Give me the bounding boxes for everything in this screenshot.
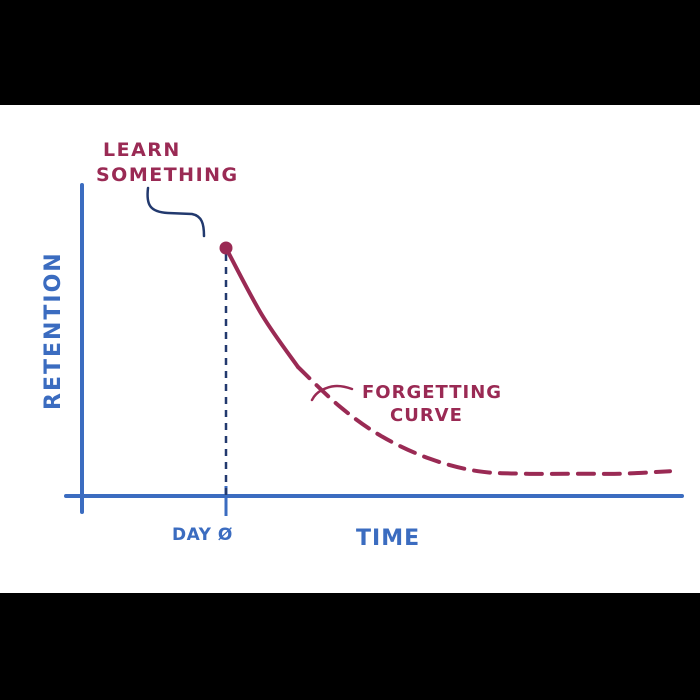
forgetting-curve-chart: LEARN SOMETHING FORGETTING CURVE DAY Ø T…: [41, 139, 684, 551]
forgetting-label-line1: FORGETTING: [362, 382, 502, 403]
screenshot-frame: LEARN SOMETHING FORGETTING CURVE DAY Ø T…: [0, 0, 700, 700]
x-tick-label-day0: DAY Ø: [172, 525, 233, 545]
learn-label-line2: SOMETHING: [96, 164, 239, 186]
learn-point: [219, 241, 233, 255]
learn-label-line1: LEARN: [103, 139, 181, 161]
x-axis-label: TIME: [356, 526, 420, 551]
learn-callout-line: [146, 186, 206, 238]
y-axis-label: RETENTION: [41, 251, 66, 410]
forgetting-label-line2: CURVE: [390, 405, 463, 426]
forgetting-curve-solid-segment: [224, 246, 300, 369]
